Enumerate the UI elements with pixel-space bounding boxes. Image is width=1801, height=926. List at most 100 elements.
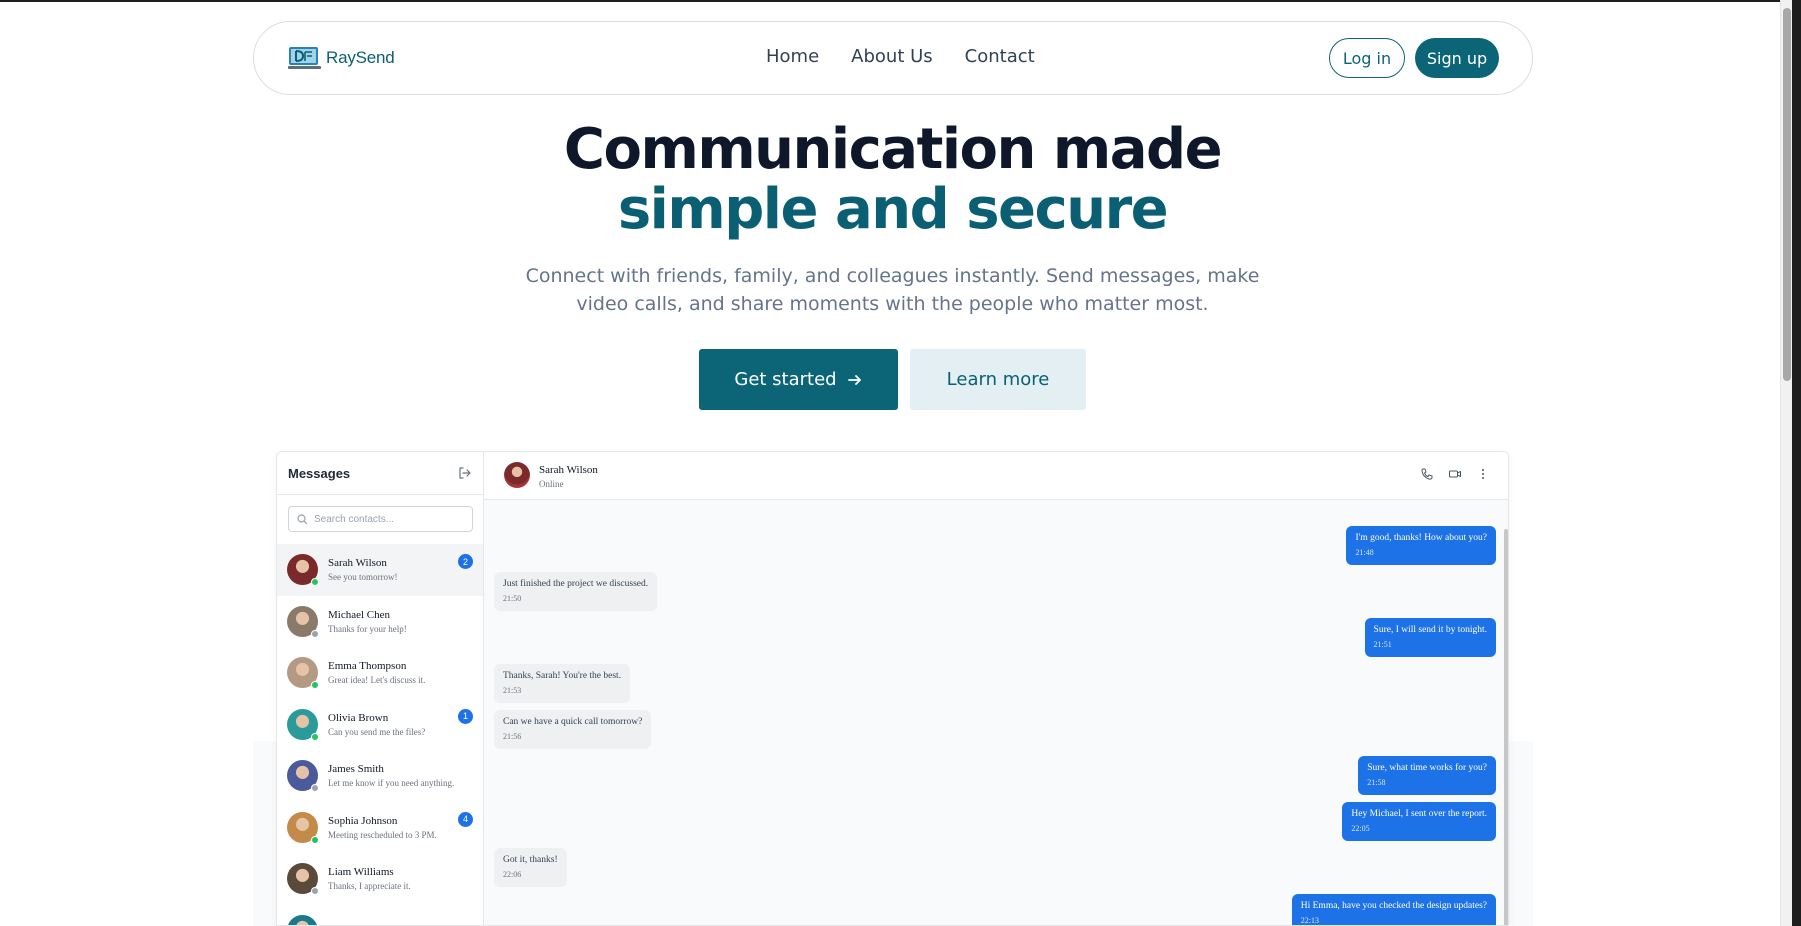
chat-panel: 21:46I'm good, thanks! How about you?21:… [484, 452, 1508, 925]
hero-subtitle: Connect with friends, family, and collea… [525, 265, 1260, 315]
chat-contact-name: Sarah Wilson [539, 464, 598, 476]
nav-links: Home About Us Contact [766, 46, 1035, 67]
contact-item[interactable]: Olivia Brown Can you send me the files? 1 [277, 699, 483, 751]
logout-icon[interactable] [458, 466, 472, 480]
presence-dot [311, 578, 319, 587]
message-text: I'm good, thanks! How about you? [1355, 533, 1487, 543]
contact-name: Michael Chen [328, 608, 391, 621]
received-message: Got it, thanks! 22:06 [494, 848, 567, 887]
page-scrollbar[interactable] [1780, 0, 1792, 926]
window-top-edge [0, 0, 1801, 2]
sidebar-header: Messages [277, 452, 483, 495]
login-button[interactable]: Log in [1329, 38, 1405, 78]
chat-scrollbar[interactable] [1504, 529, 1508, 925]
presence-dot [311, 835, 319, 844]
sent-message: Sure, I will send it by tonight. 21:51 [1364, 618, 1496, 657]
contact-name: Sophia Johnson [328, 814, 398, 827]
contact-last-message: Thanks, I appreciate it. [328, 881, 411, 892]
get-started-label: Get started [734, 369, 837, 390]
unread-badge: 2 [458, 554, 473, 569]
window-right-edge [1792, 0, 1801, 926]
contact-name: Sarah Wilson [328, 557, 387, 570]
contact-last-message: Thanks for your help! [328, 623, 407, 634]
brand-name: RaySend [326, 48, 395, 67]
contact-info: Emma Thompson Great idea! Let's discuss i… [328, 660, 425, 685]
received-message: Just finished the project we discussed. 2… [494, 572, 658, 611]
message-time: 21:58 [1367, 778, 1386, 787]
raysend-logo-icon [288, 47, 321, 69]
contact-item[interactable]: Michael Chen Thanks for your help! [277, 596, 483, 648]
nav-home[interactable]: Home [766, 46, 819, 67]
learn-more-button[interactable]: Learn more [910, 349, 1086, 410]
message-time: 21:53 [503, 686, 522, 695]
message-text: Hi Emma, have you checked the design upd… [1300, 901, 1487, 911]
hero-title-line1: Communication made [563, 117, 1223, 182]
contact-item[interactable]: Sarah Wilson See you tomorrow! 2 [277, 544, 483, 596]
sent-message: Hi Emma, have you checked the design upd… [1291, 894, 1496, 925]
logo[interactable]: RaySend [288, 45, 395, 71]
contact-avatar [287, 657, 319, 690]
contact-last-message: Great idea! Let's discuss it. [328, 675, 426, 686]
presence-dot [311, 629, 319, 638]
message-time: 21:48 [1355, 548, 1374, 557]
sent-message: Hey Michael, I sent over the report. 22:0… [1342, 802, 1496, 841]
chat-contact-avatar[interactable] [504, 462, 530, 488]
video-call-icon[interactable] [1448, 467, 1462, 481]
message-text: Sure, I will send it by tonight. [1373, 625, 1487, 635]
message-time: 22:13 [1300, 916, 1319, 925]
contact-item[interactable]: James Smith Let me know if you need anyth… [277, 750, 483, 802]
contact-name: Emma Thompson [328, 660, 407, 673]
unread-badge: 4 [458, 811, 473, 827]
more-options-icon[interactable] [1476, 467, 1490, 481]
search-box[interactable] [288, 506, 473, 532]
message-time: 21:56 [503, 732, 522, 741]
nav-about-us[interactable]: About Us [851, 46, 933, 67]
signup-button[interactable]: Sign up [1415, 38, 1499, 78]
message-text: Got it, thanks! [503, 855, 558, 865]
contact-info: Liam Williams Thanks, I appreciate it. [328, 866, 411, 891]
arrow-right-icon [847, 374, 861, 385]
contact-info: Sarah Wilson See you tomorrow! [328, 557, 398, 582]
search-icon [297, 513, 308, 524]
contact-avatar [287, 605, 319, 638]
chat-actions [1420, 467, 1490, 481]
contact-avatar [287, 708, 319, 741]
contact-name: James Smith [328, 763, 384, 776]
message-text: Can we have a quick call tomorrow? [503, 717, 643, 727]
message-text: Just finished the project we discussed. [503, 579, 649, 589]
contact-last-message: Can you send me the files? [328, 726, 426, 737]
contact-item[interactable]: Amelia Davis [277, 905, 483, 925]
contact-avatar [287, 760, 319, 793]
contact-last-message: Let me know if you need anything. [328, 778, 455, 789]
contact-info: James Smith Let me know if you need anyth… [328, 763, 454, 788]
phone-icon[interactable] [1420, 467, 1434, 481]
contact-avatar [287, 863, 319, 896]
message-text: Sure, what time works for you? [1367, 763, 1487, 773]
contact-item[interactable]: Sophia Johnson Meeting rescheduled to 3 P… [277, 802, 483, 854]
chat-header: Sarah Wilson Online [484, 452, 1508, 500]
page-scrollbar-thumb[interactable] [1783, 8, 1791, 381]
contact-name: Liam Williams [328, 866, 394, 879]
contact-last-message: See you tomorrow! [328, 572, 398, 583]
search-input[interactable] [314, 513, 464, 525]
contact-name: Olivia Brown [328, 711, 389, 724]
contact-avatar [287, 914, 318, 925]
chat-contact-status: Online [539, 479, 564, 489]
contact-item[interactable]: Liam Williams Thanks, I appreciate it. [277, 853, 483, 905]
received-message: Thanks, Sarah! You're the best. 21:53 [494, 664, 631, 703]
message-time: 22:05 [1351, 824, 1370, 833]
message-time: 21:50 [503, 594, 522, 603]
presence-dot [311, 681, 319, 690]
app-preview: Messages Sarah Wilson See you tomorrow! 2 M… [276, 451, 1509, 926]
presence-dot [311, 887, 319, 896]
contact-item[interactable]: Emma Thompson Great idea! Let's discuss i… [277, 647, 483, 699]
hero-title-line2: simple and secure [617, 177, 1169, 242]
message-text: Thanks, Sarah! You're the best. [503, 671, 622, 681]
message-time: 21:51 [1373, 640, 1392, 649]
unread-badge: 1 [458, 708, 473, 724]
get-started-button[interactable]: Get started [699, 349, 898, 410]
presence-dot [311, 732, 319, 741]
sidebar-title: Messages [288, 465, 351, 481]
nav-contact[interactable]: Contact [965, 46, 1035, 67]
contact-info: Sophia Johnson Meeting rescheduled to 3 P… [328, 815, 437, 840]
